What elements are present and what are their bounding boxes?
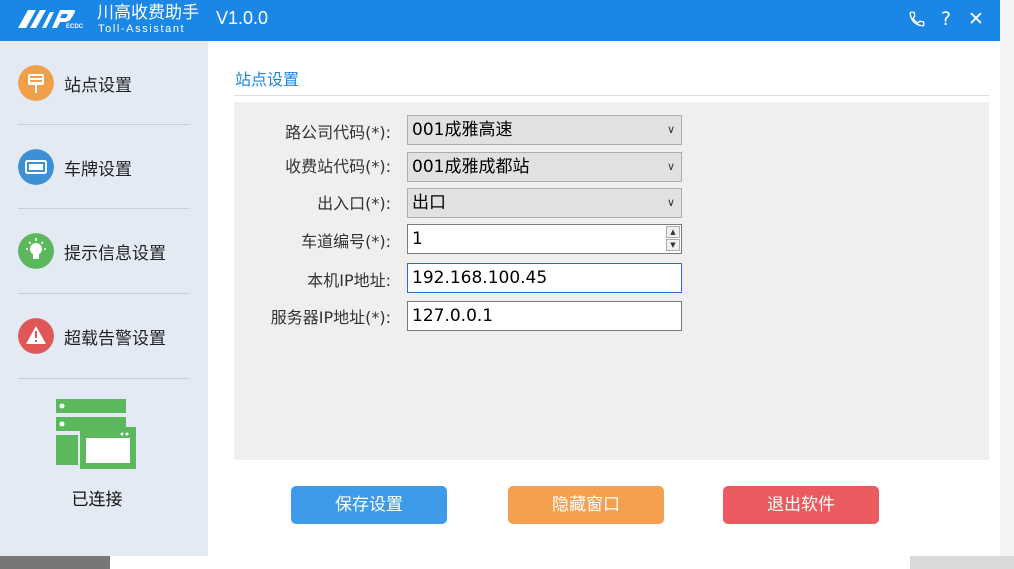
lane-number-stepper[interactable]: 1 ▲ ▼ [407,224,682,254]
background-taskbar-strip [0,556,1014,569]
page-title: 站点设置 [235,70,300,89]
sidebar-item-plate-settings[interactable]: 车牌设置 [0,125,208,209]
main-content: 站点设置 路公司代码(*): 001成雅高速 ∨ 收费站代码(*): 001成雅… [208,41,1000,556]
license-plate-icon [18,149,54,185]
server-ip-label: 服务器IP地址(*): [270,308,391,327]
settings-form: 路公司代码(*): 001成雅高速 ∨ 收费站代码(*): 001成雅成都站 ∨… [234,102,989,460]
title-divider [234,95,989,96]
entry-exit-label: 出入口(*): [317,194,391,213]
help-icon[interactable]: ? [935,8,957,30]
warning-icon [18,318,54,354]
chevron-down-icon: ∨ [666,123,675,136]
server-window-icon [56,399,136,469]
lane-number-label: 车道编号(*): [301,232,391,251]
sidebar-divider [18,378,189,379]
decrement-icon[interactable]: ▼ [666,239,680,251]
sidebar-item-station-settings[interactable]: 站点设置 [0,41,208,125]
background-window-edge [1000,0,1014,569]
local-ip-input[interactable]: 192.168.100.45 [407,263,682,293]
server-ip-input[interactable]: 127.0.0.1 [407,301,682,331]
phone-icon[interactable] [906,8,928,30]
sidebar-item-label: 超载告警设置 [64,329,166,349]
exit-software-button[interactable]: 退出软件 [723,486,879,524]
lightbulb-icon [18,233,54,269]
road-company-label: 路公司代码(*): [285,123,391,142]
toll-station-select[interactable]: 001成雅成都站 ∨ [407,152,682,182]
local-ip-label: 本机IP地址: [307,271,391,290]
close-icon[interactable]: ✕ [965,8,987,30]
app-title: 川高收费助手 [97,3,199,23]
increment-icon[interactable]: ▲ [666,226,680,238]
save-settings-button[interactable]: 保存设置 [291,486,447,524]
toll-station-label: 收费站代码(*): [285,157,391,176]
connection-status: 已连接 [71,490,123,510]
chevron-down-icon: ∨ [666,196,675,209]
road-company-select[interactable]: 001成雅高速 ∨ [407,115,682,145]
app-subtitle: Toll-Assistant [98,23,186,35]
hide-window-button[interactable]: 隐藏窗口 [508,486,664,524]
sidebar-item-label: 提示信息设置 [64,244,166,264]
sidebar-item-tip-settings[interactable]: 提示信息设置 [0,209,208,293]
app-window: ECDC 川高收费助手 Toll-Assistant V1.0.0 ? ✕ 站点… [0,0,1000,556]
sidebar-item-overload-alarm-settings[interactable]: 超载告警设置 [0,294,208,378]
station-sign-icon [18,65,54,101]
app-version: V1.0.0 [216,8,269,28]
sidebar-item-label: 站点设置 [64,76,132,96]
sidebar-item-label: 车牌设置 [64,160,132,180]
entry-exit-select[interactable]: 出口 ∨ [407,188,682,218]
sidebar: 站点设置 车牌设置 提示信息设置 超载告警设置 已连接 [0,41,208,556]
chevron-down-icon: ∨ [666,160,675,173]
logo-text: ECDC [66,24,84,30]
title-bar[interactable]: ECDC 川高收费助手 Toll-Assistant V1.0.0 ? ✕ [0,0,1000,41]
